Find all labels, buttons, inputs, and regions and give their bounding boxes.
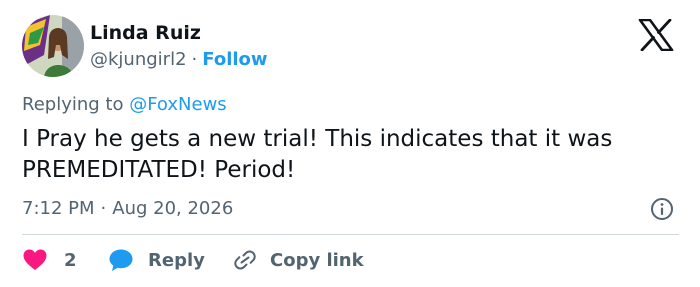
handle-separator: · (191, 49, 198, 70)
link-icon (234, 250, 256, 270)
timestamp-separator: · (100, 198, 107, 219)
tweet-date: Aug 20, 2026 (112, 198, 234, 219)
tweet-timestamp[interactable]: 7:12 PM · Aug 20, 2026 (22, 198, 233, 219)
replying-mention[interactable]: @FoxNews (129, 94, 226, 115)
tweet-card: Linda Ruiz @kjungirl2 · Follow Replying to… (0, 0, 700, 287)
follow-button[interactable]: Follow (202, 49, 267, 70)
x-logo-icon[interactable] (638, 18, 674, 52)
info-icon[interactable] (650, 197, 674, 221)
tweet-text: I Pray he gets a new trial! This indicat… (22, 126, 613, 183)
avatar[interactable] (22, 15, 84, 77)
like-button[interactable]: 2 (22, 245, 77, 275)
author-handle[interactable]: @kjungirl2 (90, 49, 187, 70)
copy-link-button[interactable]: Copy link (232, 245, 364, 275)
divider (22, 234, 679, 235)
copy-link-label: Copy link (270, 249, 364, 271)
reply-button[interactable]: Reply (108, 245, 205, 275)
replying-prefix: Replying to (22, 94, 124, 115)
author-name[interactable]: Linda Ruiz (90, 22, 201, 44)
heart-icon (23, 249, 47, 270)
action-bar: 2 Reply Copy link (22, 245, 682, 275)
reply-label: Reply (148, 249, 205, 271)
tweet-time: 7:12 PM (22, 198, 95, 219)
author-handle-row: @kjungirl2 · Follow (90, 49, 268, 70)
speech-bubble-icon (109, 249, 133, 271)
replying-to: Replying to @FoxNews (22, 94, 227, 115)
like-count: 2 (64, 249, 77, 271)
